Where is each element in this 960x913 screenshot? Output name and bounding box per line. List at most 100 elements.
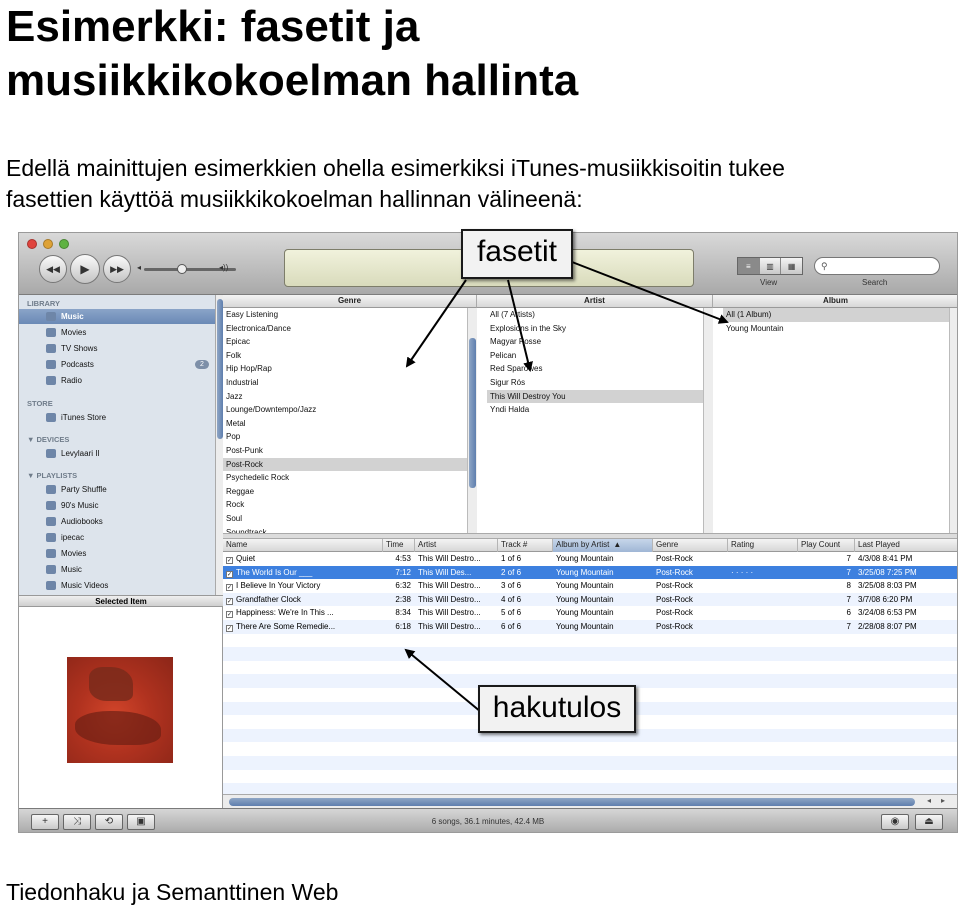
genre-scrollbar[interactable] <box>467 308 477 533</box>
sidebar-item-radio[interactable]: Radio <box>19 373 215 388</box>
sidebar-item-90-s-music[interactable]: 90's Music <box>19 498 215 513</box>
artist-item[interactable]: Magyar Posse <box>487 335 703 349</box>
sidebar-scrollbar[interactable] <box>215 295 223 595</box>
sidebar-item-audiobooks[interactable]: Audiobooks <box>19 514 215 529</box>
search-input[interactable]: ⚲ <box>814 257 940 275</box>
artist-item[interactable]: Explosions in the Sky <box>487 322 703 336</box>
column-header-play-count[interactable]: Play Count <box>798 539 855 552</box>
horizontal-scroll-thumb[interactable] <box>229 798 915 806</box>
column-header-rating[interactable]: Rating <box>728 539 798 552</box>
cell-plays: 7 <box>798 593 855 607</box>
table-row[interactable]: ✓ Grandfather Clock 2:38 This Will Destro..… <box>223 592 957 607</box>
genre-item[interactable]: Soundtrack <box>223 526 467 534</box>
sidebar-item-levylaari-ii[interactable]: Levylaari II <box>19 446 215 461</box>
table-row[interactable]: ✓ There Are Some Remedie... 6:18 This Will … <box>223 620 957 634</box>
cell-genre: Post-Rock <box>653 552 728 566</box>
previous-track-button[interactable]: ◀◀ <box>39 255 67 283</box>
genre-item[interactable]: Electronica/Dance <box>223 322 467 336</box>
album-column-header[interactable]: Album <box>713 295 957 308</box>
artist-item[interactable]: All (7 Artists) <box>487 308 703 322</box>
table-row[interactable]: ✓ I Believe In Your Victory 6:32 This Will … <box>223 579 957 593</box>
column-header-track[interactable]: Track # <box>498 539 553 552</box>
album-item[interactable]: All (1 Album) <box>723 308 949 322</box>
track-checkbox[interactable]: ✓ <box>226 557 233 564</box>
sidebar-item-movies[interactable]: Movies <box>19 325 215 340</box>
genre-item[interactable]: Post-Punk <box>223 444 467 458</box>
genre-item[interactable]: Folk <box>223 349 467 363</box>
sidebar-item-podcasts[interactable]: Podcasts 2 <box>19 357 215 372</box>
list-view-icon[interactable]: ≡ <box>738 258 760 274</box>
column-header-last-played[interactable]: Last Played <box>855 539 957 552</box>
sidebar-item-music[interactable]: Music <box>19 309 215 324</box>
scroll-left-icon[interactable]: ◂ <box>927 796 931 805</box>
genre-item[interactable]: Post-Rock <box>223 457 467 472</box>
artist-item[interactable]: Yndi Halda <box>487 403 703 417</box>
sidebar-item-party-shuffle[interactable]: Party Shuffle <box>19 482 215 497</box>
cell-track: 3 of 6 <box>498 579 553 593</box>
sidebar-item-ipecac[interactable]: ipecac <box>19 530 215 545</box>
track-checkbox[interactable]: ✓ <box>226 625 233 632</box>
genre-column-header[interactable]: Genre <box>223 295 477 308</box>
track-checkbox[interactable]: ✓ <box>226 570 233 578</box>
cell-text: 3/25/08 8:03 PM <box>858 581 917 591</box>
cell-plays: 7 <box>798 620 855 634</box>
rewind-icon: ◀◀ <box>46 263 60 274</box>
album-artwork[interactable] <box>67 657 173 763</box>
sidebar-item-movies[interactable]: Movies <box>19 546 215 561</box>
genre-item[interactable]: Jazz <box>223 390 467 404</box>
coverflow-view-icon[interactable]: ▦ <box>781 258 802 274</box>
track-checkbox[interactable]: ✓ <box>226 584 233 592</box>
genre-item[interactable]: Reggae <box>223 485 467 499</box>
genre-item[interactable]: Pop <box>223 430 467 444</box>
genre-item[interactable]: Epicac <box>223 335 467 349</box>
genre-item[interactable]: Hip Hop/Rap <box>223 362 467 376</box>
eject-button[interactable]: ⏏ <box>915 814 943 830</box>
play-button[interactable]: ▶ <box>70 254 100 284</box>
zoom-window-button[interactable] <box>59 239 69 249</box>
album-scrollbar[interactable] <box>949 308 957 533</box>
genre-item[interactable]: Soul <box>223 512 467 526</box>
visualizer-button[interactable]: ◉ <box>881 814 909 830</box>
scroll-right-icon[interactable]: ▸ <box>941 796 945 805</box>
genre-item[interactable]: Lounge/Downtempo/Jazz <box>223 403 467 417</box>
column-header-name[interactable]: Name <box>223 539 383 552</box>
table-row[interactable]: ✓ Happiness: We're In This ... 8:34 This Wi… <box>223 606 957 620</box>
column-header-artist[interactable]: Artist <box>415 539 498 552</box>
artwork-house-shape <box>89 667 133 701</box>
genre-item[interactable]: Rock <box>223 498 467 512</box>
table-row[interactable]: ✓ The World Is Our ___ 7:12 This Will Des..… <box>223 565 957 580</box>
close-window-button[interactable] <box>27 239 37 249</box>
grid-view-icon[interactable]: ▥ <box>760 258 782 274</box>
track-checkbox[interactable]: ✓ <box>226 611 233 619</box>
artist-item[interactable]: Pelican <box>487 349 703 363</box>
genre-item[interactable]: Industrial <box>223 376 467 390</box>
cell-text: 8:34 <box>395 608 411 618</box>
sidebar-item-itunes-store[interactable]: iTunes Store <box>19 410 215 425</box>
sidebar-item-music-videos[interactable]: Music Videos <box>19 578 215 593</box>
cell-plays: 7 <box>798 566 855 580</box>
track-checkbox[interactable]: ✓ <box>226 597 233 605</box>
artist-column-header[interactable]: Artist <box>477 295 713 308</box>
column-header-album-by-artist[interactable]: Album by Artist ▲ <box>553 539 653 552</box>
column-header-genre[interactable]: Genre <box>653 539 728 552</box>
cell-text: Young Mountain <box>556 608 614 618</box>
album-item[interactable]: Young Mountain <box>723 322 949 336</box>
table-row[interactable]: ✓ Quiet 4:53 This Will Destro... 1 of 6 Young… <box>223 552 957 566</box>
genre-item[interactable]: Easy Listening <box>223 308 467 322</box>
sidebar-item-tv-shows[interactable]: TV Shows <box>19 341 215 356</box>
volume-slider-knob[interactable] <box>177 264 187 274</box>
column-header-time[interactable]: Time <box>383 539 415 552</box>
track-list-horizontal-scrollbar[interactable]: ◂ ▸ <box>223 794 957 808</box>
genre-scroll-thumb[interactable] <box>469 338 476 488</box>
genre-item[interactable]: Psychedelic Rock <box>223 471 467 485</box>
artist-item[interactable]: This Will Destroy You <box>487 389 703 404</box>
genre-item[interactable]: Metal <box>223 417 467 431</box>
view-mode-selector[interactable]: ≡ ▥ ▦ <box>737 257 803 275</box>
sidebar-item-music[interactable]: Music <box>19 562 215 577</box>
next-track-button[interactable]: ▶▶ <box>103 255 131 283</box>
selected-item-header[interactable]: Selected Item <box>19 595 223 607</box>
minimize-window-button[interactable] <box>43 239 53 249</box>
artist-scrollbar[interactable] <box>703 308 713 533</box>
artist-item[interactable]: Red Sparowes <box>487 362 703 376</box>
artist-item[interactable]: Sigur Rós <box>487 376 703 390</box>
